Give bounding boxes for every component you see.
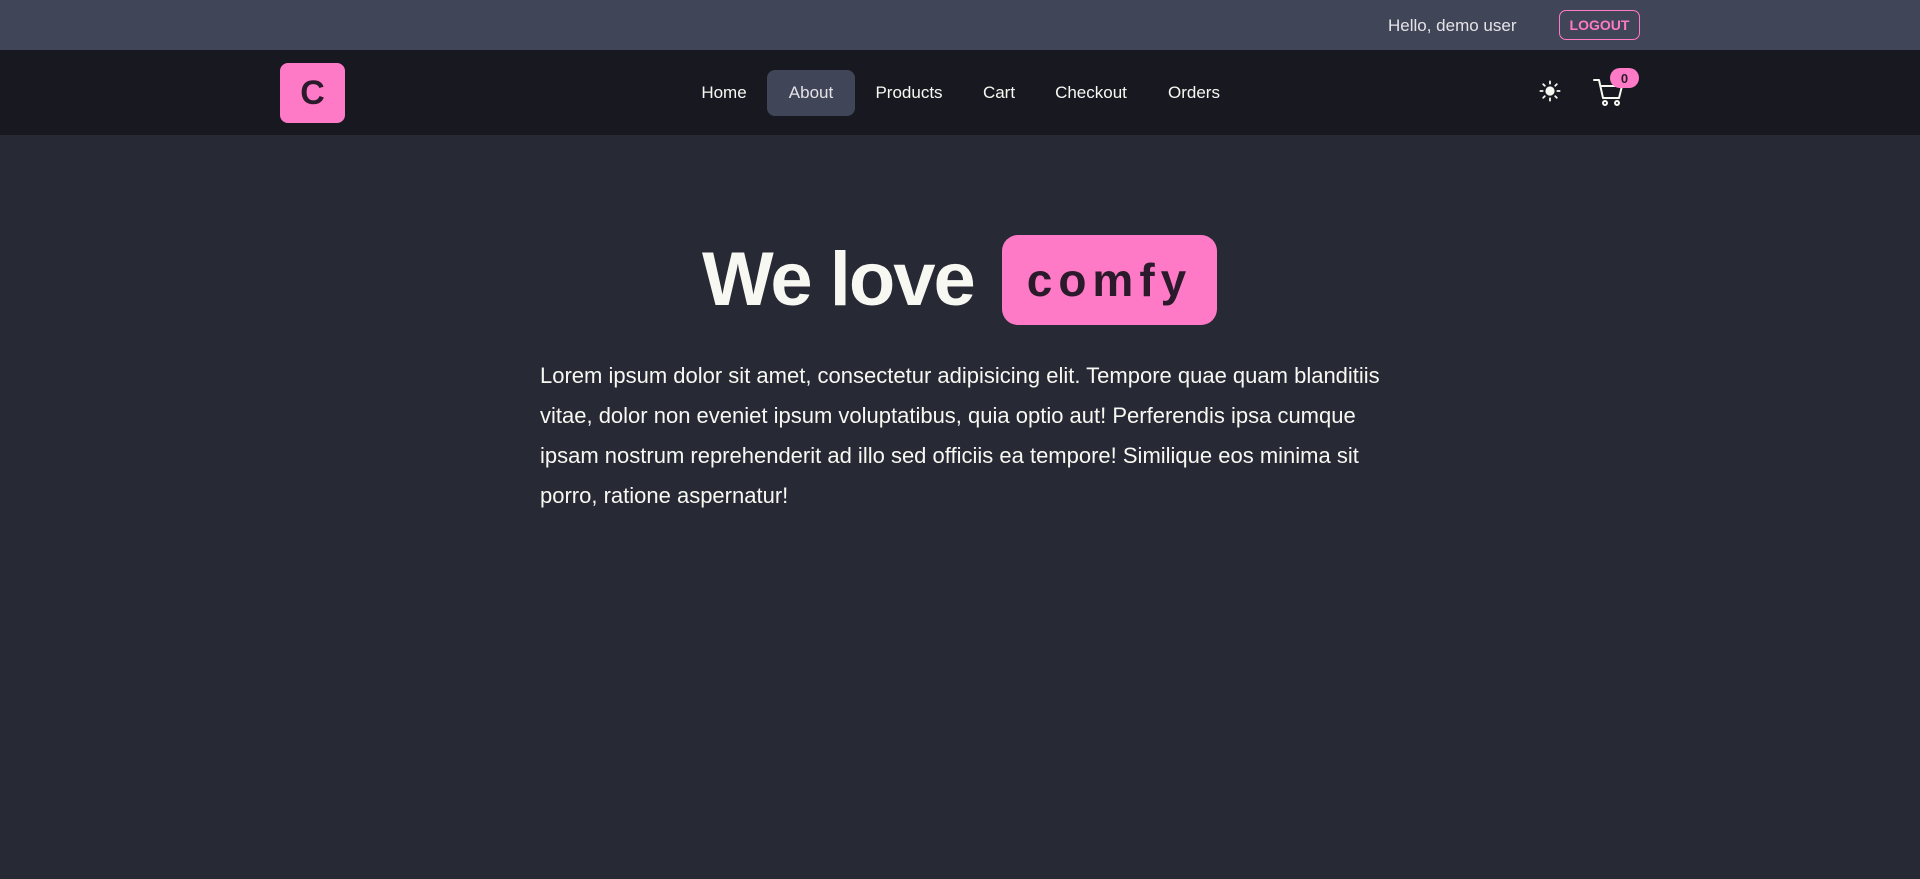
sun-icon[interactable] [1536,77,1564,105]
cart-count-badge: 0 [1610,68,1639,88]
nav-link-orders[interactable]: Orders [1152,70,1236,116]
logout-button[interactable]: LOGOUT [1559,10,1640,40]
nav-link-products[interactable]: Products [864,70,954,116]
top-bar: Hello, demo user LOGOUT [0,0,1920,50]
hero-title: We love [702,237,976,322]
user-greeting: Hello, demo user [1388,16,1517,35]
nav-link-home[interactable]: Home [684,70,764,116]
nav-link-cart[interactable]: Cart [968,70,1030,116]
nav-link-about[interactable]: About [767,70,855,116]
main-navbar: C Home About Products Cart Checkout Orde… [0,50,1920,135]
nav-link-checkout[interactable]: Checkout [1044,70,1138,116]
hero-highlight: comfy [1002,235,1217,325]
hero-description: Lorem ipsum dolor sit amet, consectetur … [540,363,1380,508]
